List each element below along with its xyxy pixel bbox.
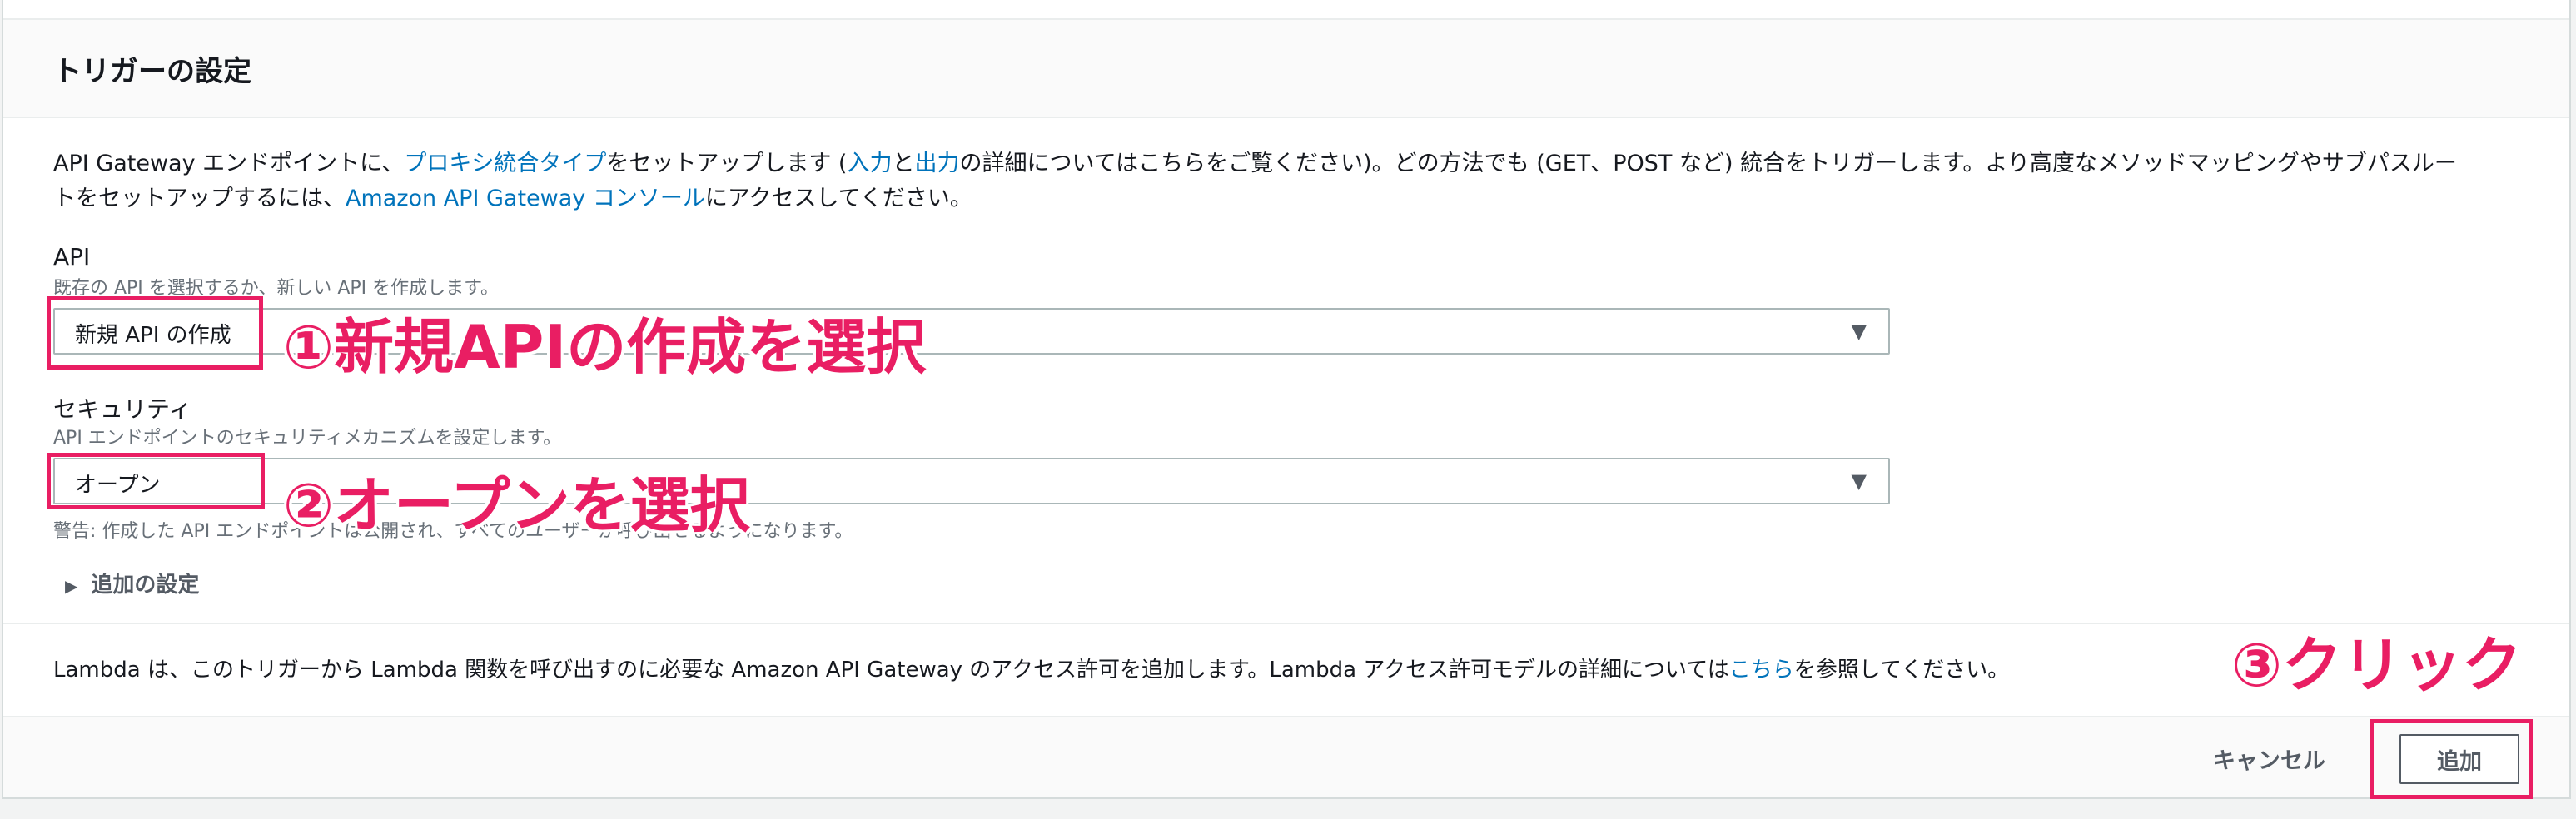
description-text: と <box>892 151 915 176</box>
caret-down-icon: ▼ <box>1851 469 1867 493</box>
panel-title: トリガーの設定 <box>53 55 251 88</box>
lambda-note-suffix: を参照してください。 <box>1793 658 2010 682</box>
annotation-step3: ③クリック <box>2231 630 2522 700</box>
annotation-step2: ②オープンを選択 <box>283 470 750 540</box>
highlight-api-select <box>47 296 263 370</box>
highlight-add-button <box>2370 719 2533 799</box>
additional-settings-label: 追加の設定 <box>91 573 200 598</box>
proxy-integration-link[interactable]: プロキシ統合タイプ <box>404 151 606 176</box>
security-description: API エンドポイントのセキュリティメカニズムを設定します。 <box>53 428 562 449</box>
triangle-right-icon: ▶ <box>65 576 78 596</box>
description-text: の詳細についてはこちらをご覧ください)。どの方法でも (GET、POST など)… <box>959 151 2457 176</box>
annotation-step1: ①新規APIの作成を選択 <box>283 312 927 382</box>
description-text: トをセットアップするには、 <box>53 186 346 211</box>
caret-down-icon: ▼ <box>1851 320 1867 343</box>
api-label: API <box>53 243 91 271</box>
description-text: API Gateway エンドポイントに、 <box>53 151 405 176</box>
lambda-note-text: Lambda は、このトリガーから Lambda 関数を呼び出すのに必要な Am… <box>53 658 1729 682</box>
description: API Gateway エンドポイントに、プロキシ統合タイプをセットアップします… <box>53 146 2518 216</box>
output-link[interactable]: 出力 <box>914 151 959 176</box>
description-text: にアクセスしてください。 <box>704 186 972 211</box>
trigger-config-panel: トリガーの設定 API Gateway エンドポイントに、プロキシ統合タイプをセ… <box>2 0 2571 799</box>
divider <box>3 623 2569 624</box>
description-text: をセットアップします ( <box>606 151 848 176</box>
security-label: セキュリティ <box>53 395 192 423</box>
additional-settings-toggle[interactable]: ▶ 追加の設定 <box>65 568 199 598</box>
input-link[interactable]: 入力 <box>847 151 892 176</box>
highlight-security-select <box>47 453 265 509</box>
api-gateway-console-link[interactable]: Amazon API Gateway コンソール <box>346 186 705 211</box>
cancel-button[interactable]: キャンセル <box>2213 742 2325 775</box>
panel-header: トリガーの設定 <box>3 18 2569 118</box>
lambda-permission-note: Lambda は、このトリガーから Lambda 関数を呼び出すのに必要な Am… <box>53 653 2009 683</box>
panel-footer: キャンセル 追加 <box>3 717 2569 797</box>
permission-model-link[interactable]: こちら <box>1729 658 1794 682</box>
